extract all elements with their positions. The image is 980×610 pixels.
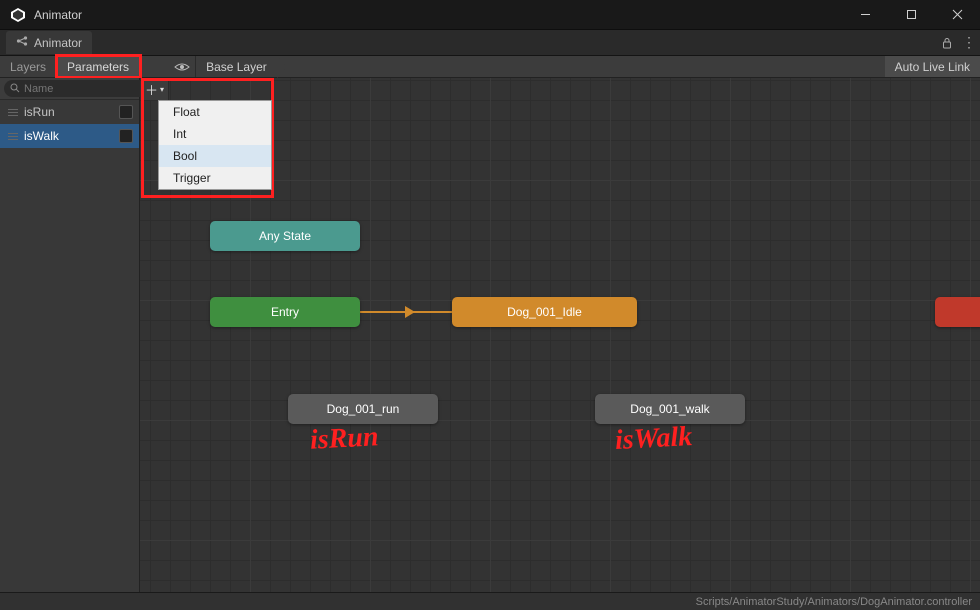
node-walk-state[interactable]: Dog_001_walk <box>595 394 745 424</box>
auto-live-link-button[interactable]: Auto Live Link <box>885 56 980 77</box>
parameters-sidebar: isRun isWalk <box>0 78 140 592</box>
parameter-item-iswalk[interactable]: isWalk <box>0 124 139 148</box>
lock-icon[interactable] <box>936 32 958 54</box>
tab-animator[interactable]: Animator <box>6 31 92 54</box>
tab-parameters[interactable]: Parameters <box>57 56 140 77</box>
menu-item-trigger[interactable]: Trigger <box>159 167 271 189</box>
plus-icon: ＋ <box>145 80 158 99</box>
parameter-list: isRun isWalk <box>0 100 139 592</box>
window-titlebar: Animator <box>0 0 980 30</box>
visibility-toggle[interactable] <box>168 56 196 77</box>
node-label: Dog_001_Idle <box>507 305 582 319</box>
drag-handle-icon[interactable] <box>8 133 18 140</box>
annotation-iswalk: isWalk <box>614 421 693 457</box>
parameter-bool-checkbox[interactable] <box>119 105 133 119</box>
add-parameter-button[interactable]: ＋ ▾ <box>141 78 169 100</box>
minimize-button[interactable] <box>842 0 888 30</box>
node-run-state[interactable]: Dog_001_run <box>288 394 438 424</box>
status-bar: Scripts/AnimatorStudy/Animators/DogAnima… <box>0 592 980 610</box>
chevron-down-icon: ▾ <box>160 85 164 94</box>
parameter-bool-checkbox[interactable] <box>119 129 133 143</box>
breadcrumb-label: Base Layer <box>206 60 267 74</box>
breadcrumb[interactable]: Base Layer <box>196 56 277 77</box>
node-exit-state[interactable] <box>935 297 980 327</box>
tab-layers-label: Layers <box>10 60 46 74</box>
search-icon <box>10 80 20 98</box>
auto-live-link-label: Auto Live Link <box>895 60 970 74</box>
node-entry[interactable]: Entry <box>210 297 360 327</box>
parameter-item-isrun[interactable]: isRun <box>0 100 139 124</box>
panel-tabs: Animator ⋮ <box>0 30 980 56</box>
node-default-state[interactable]: Dog_001_Idle <box>452 297 637 327</box>
node-label: Dog_001_run <box>327 402 400 416</box>
parameter-search-row <box>0 78 139 100</box>
parameter-name: isRun <box>24 105 113 119</box>
node-any-state[interactable]: Any State <box>210 221 360 251</box>
kebab-menu-icon[interactable]: ⋮ <box>958 32 980 54</box>
add-parameter-menu: Float Int Bool Trigger <box>158 100 272 190</box>
menu-item-bool[interactable]: Bool <box>159 145 271 167</box>
node-label: Entry <box>271 305 299 319</box>
animator-graph-icon <box>16 35 28 50</box>
tab-animator-label: Animator <box>34 36 82 50</box>
menu-item-float[interactable]: Float <box>159 101 271 123</box>
asset-path: Scripts/AnimatorStudy/Animators/DogAnima… <box>696 596 972 608</box>
parameter-name: isWalk <box>24 129 113 143</box>
maximize-button[interactable] <box>888 0 934 30</box>
menu-item-int[interactable]: Int <box>159 123 271 145</box>
window-title: Animator <box>34 8 82 22</box>
node-label: Any State <box>259 229 311 243</box>
drag-handle-icon[interactable] <box>8 109 18 116</box>
close-button[interactable] <box>934 0 980 30</box>
tab-layers[interactable]: Layers <box>0 56 57 77</box>
animator-subheader: Layers Parameters Base Layer Auto Live L… <box>0 56 980 78</box>
tab-parameters-label: Parameters <box>67 60 129 74</box>
node-label: Dog_001_walk <box>630 402 709 416</box>
unity-logo-icon <box>10 7 26 23</box>
annotation-isrun: isRun <box>309 421 379 457</box>
transition-arrowhead-icon <box>405 306 415 318</box>
